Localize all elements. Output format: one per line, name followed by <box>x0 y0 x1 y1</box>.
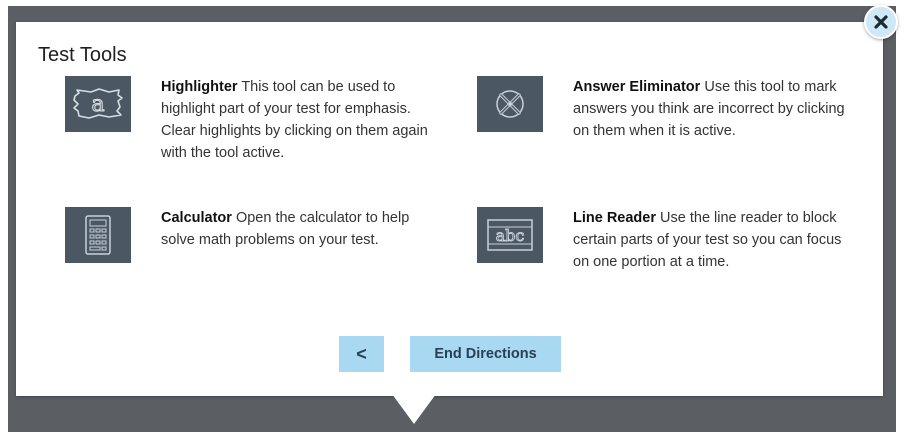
chevron-left-icon: < <box>356 343 367 364</box>
svg-text:a: a <box>91 92 104 117</box>
tool-name-highlighter: Highlighter <box>161 79 238 95</box>
calculator-description: Calculator Open the calculator to help s… <box>161 207 445 251</box>
tool-name-answer-eliminator: Answer Eliminator <box>573 79 701 95</box>
end-directions-button[interactable]: End Directions <box>410 336 561 372</box>
tool-name-line-reader: Line Reader <box>573 210 656 226</box>
calculator-icon[interactable] <box>65 207 131 263</box>
back-button[interactable]: < <box>339 336 384 372</box>
highlighter-icon[interactable]: a <box>65 76 131 132</box>
answer-eliminator-icon[interactable] <box>477 76 543 132</box>
highlighter-description: Highlighter This tool can be used to hig… <box>161 76 445 164</box>
answer-eliminator-description: Answer Eliminator Use this tool to mark … <box>573 76 857 142</box>
close-icon <box>874 15 888 29</box>
tool-highlighter: a Highlighter This tool can be used to h… <box>65 76 445 164</box>
tool-name-calculator: Calculator <box>161 210 232 226</box>
line-reader-icon[interactable]: abc <box>477 207 543 263</box>
tool-calculator: Calculator Open the calculator to help s… <box>65 207 445 263</box>
tool-answer-eliminator: Answer Eliminator Use this tool to mark … <box>477 76 857 142</box>
dialog-title: Test Tools <box>38 44 127 66</box>
line-reader-icon-text: abc <box>496 226 525 245</box>
close-button[interactable] <box>864 5 898 39</box>
tool-line-reader: abc Line Reader Use the line reader to b… <box>477 207 857 273</box>
line-reader-description: Line Reader Use the line reader to block… <box>573 207 857 273</box>
dialog-pointer <box>392 394 436 424</box>
test-tools-dialog: Test Tools a Highlighter This tool can b… <box>16 22 883 396</box>
